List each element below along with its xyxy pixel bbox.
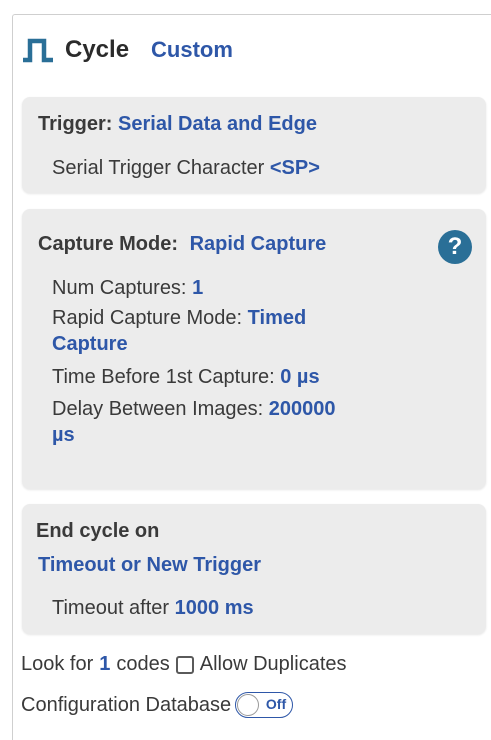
cycle-header: Cycle Custom [21, 33, 233, 67]
look-for-label: Look for [21, 653, 94, 675]
end-cycle-heading: End cycle on [36, 520, 160, 542]
rapid-capture-mode-value-2[interactable]: Capture [52, 333, 128, 355]
config-database-toggle[interactable]: Off [235, 692, 294, 718]
serial-trigger-value[interactable]: <SP> [270, 157, 320, 179]
look-for-value[interactable]: 1 [99, 653, 110, 676]
trigger-value[interactable]: Serial Data and Edge [118, 113, 317, 135]
trigger-card[interactable]: Trigger: Serial Data and Edge Serial Tri… [22, 97, 486, 193]
pulse-wave-icon [23, 38, 53, 63]
timeout-row: Timeout after 1000 ms [52, 595, 254, 621]
delay-unit-row: µs [52, 422, 75, 448]
end-cycle-card[interactable]: End cycle on Timeout or New Trigger Time… [22, 504, 486, 634]
trigger-heading: Trigger: Serial Data and Edge [38, 113, 317, 136]
time-before-capture-row: Time Before 1st Capture: 0 µs [52, 364, 320, 390]
allow-duplicates-checkbox[interactable] [175, 655, 194, 674]
delay-between-images-unit: µs [52, 424, 75, 446]
toggle-knob [237, 694, 260, 716]
num-captures-label: Num Captures: [52, 277, 187, 299]
capture-mode-card[interactable]: Capture Mode: Rapid Capture ? Num Captur… [22, 209, 486, 489]
end-cycle-value[interactable]: Timeout or New Trigger [38, 554, 261, 576]
codes-label: codes [116, 653, 170, 675]
serial-trigger-row: Serial Trigger Character <SP> [52, 155, 320, 181]
delay-between-images-value[interactable]: 200000 [269, 398, 336, 420]
timeout-label: Timeout after [52, 597, 170, 619]
capture-mode-value[interactable]: Rapid Capture [190, 233, 327, 255]
rapid-capture-mode-row: Rapid Capture Mode: Timed [52, 305, 306, 331]
look-for-row: Look for 1 codes Allow Duplicates [21, 653, 347, 676]
rapid-capture-mode-label: Rapid Capture Mode: [52, 307, 243, 329]
cycle-mode-link[interactable]: Custom [151, 37, 233, 63]
num-captures-value[interactable]: 1 [192, 277, 203, 299]
trigger-label: Trigger: [38, 113, 113, 135]
timeout-value[interactable]: 1000 ms [175, 597, 254, 619]
cycle-title: Cycle [65, 36, 130, 63]
rapid-capture-mode-value-1[interactable]: Timed [248, 307, 307, 329]
end-cycle-value-row: Timeout or New Trigger [38, 554, 261, 577]
rapid-capture-mode-continued: Capture [52, 331, 128, 357]
config-database-label: Configuration Database [21, 693, 232, 716]
num-captures-row: Num Captures: 1 [52, 275, 203, 301]
config-database-row: Configuration Database Off [21, 692, 294, 718]
delay-between-images-label: Delay Between Images: [52, 398, 264, 420]
time-before-capture-value[interactable]: 0 µs [280, 366, 319, 388]
toggle-state-text: Off [265, 696, 287, 712]
serial-trigger-label: Serial Trigger Character [52, 157, 265, 179]
allow-duplicates-label[interactable]: Allow Duplicates [200, 653, 347, 676]
time-before-capture-label: Time Before 1st Capture: [52, 366, 275, 388]
cycle-panel: Cycle Custom Trigger: Serial Data and Ed… [12, 14, 491, 740]
capture-heading: Capture Mode: Rapid Capture [38, 233, 326, 256]
capture-mode-label: Capture Mode: [38, 233, 178, 255]
delay-between-images-row: Delay Between Images: 200000 [52, 396, 336, 422]
help-icon[interactable]: ? [438, 230, 472, 264]
